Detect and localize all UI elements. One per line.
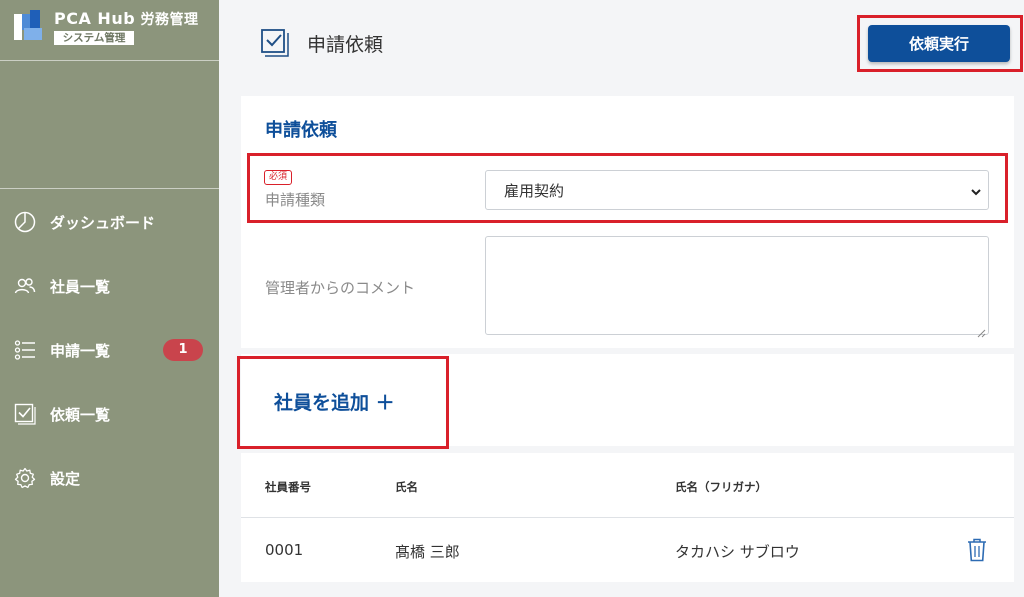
required-badge: 必須 (264, 170, 293, 185)
column-header-name: 氏名 (395, 480, 418, 494)
sidebar-item-label: ダッシュボード (50, 213, 156, 232)
checkbox-icon (14, 403, 36, 425)
submit-request-button[interactable]: 依頼実行 (868, 25, 1010, 62)
chevron-down-icon (970, 184, 982, 196)
add-employee-button[interactable]: 社員を追加 ＋ (274, 388, 395, 415)
app-logo[interactable]: PCA Hub 労務管理 システム管理 (14, 10, 199, 50)
sidebar-divider-nav (0, 188, 219, 189)
sidebar-item-label: 依頼一覧 (50, 405, 111, 424)
app-subtitle: システム管理 (54, 31, 134, 45)
notification-badge: 1 (163, 339, 203, 361)
column-header-id: 社員番号 (265, 480, 311, 494)
sidebar-item-label: 設定 (50, 469, 81, 488)
type-field-label: 申請種類 (265, 191, 326, 209)
trash-icon[interactable] (967, 538, 987, 562)
cell-employee-kana: タカハシ サブロウ (675, 543, 800, 561)
request-checkbox-icon (260, 28, 290, 58)
app-name: PCA Hub (54, 9, 136, 28)
section-title: 申請依頼 (265, 120, 337, 141)
sidebar-item-requests[interactable]: 依頼一覧 (0, 382, 219, 446)
list-icon (14, 339, 36, 361)
gear-icon (14, 467, 36, 489)
sidebar: PCA Hub 労務管理 システム管理 ダッシュボード 社員一覧 申請一覧 1 (0, 0, 219, 597)
people-icon (14, 275, 36, 297)
sidebar-item-label: 申請一覧 (50, 341, 111, 360)
clock-chart-icon (14, 211, 36, 233)
application-type-select[interactable]: 雇用契約 (485, 170, 989, 210)
sidebar-item-dashboard[interactable]: ダッシュボード (0, 190, 219, 254)
sidebar-divider-top (0, 60, 219, 61)
table-divider (241, 517, 1014, 518)
comment-field-label: 管理者からのコメント (265, 279, 416, 297)
sidebar-nav: ダッシュボード 社員一覧 申請一覧 1 依頼一覧 設定 (0, 190, 219, 510)
application-type-value: 雇用契約 (504, 181, 565, 200)
page-title: 申請依頼 (307, 34, 384, 56)
sidebar-item-label: 社員一覧 (50, 277, 111, 296)
sidebar-item-employees[interactable]: 社員一覧 (0, 254, 219, 318)
resize-handle-icon[interactable] (977, 323, 986, 338)
sidebar-item-applications[interactable]: 申請一覧 1 (0, 318, 219, 382)
column-header-kana: 氏名（フリガナ） (675, 480, 767, 494)
sidebar-item-settings[interactable]: 設定 (0, 446, 219, 510)
app-product: 労務管理 (140, 12, 199, 28)
admin-comment-textarea[interactable] (485, 236, 989, 338)
cell-employee-id: 0001 (265, 541, 304, 559)
cell-employee-name: 髙橋 三郎 (395, 543, 460, 561)
pca-logo-icon (14, 10, 44, 42)
